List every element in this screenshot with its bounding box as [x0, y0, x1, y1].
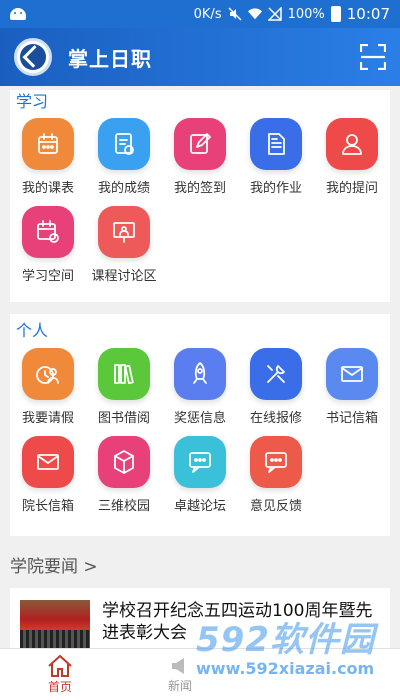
books-icon: [98, 348, 150, 400]
study-tile-label: 我的课表: [21, 181, 74, 196]
study-tile-label: 学习空间: [21, 269, 74, 284]
study-tile-label: 我的作业: [249, 181, 302, 196]
battery-percent: 100%: [287, 6, 325, 22]
cube-icon: [98, 436, 150, 488]
study-section: 学习 我的课表 我的成绩 我的签到 我的作业 我的提问学习空间 课程讨论区: [10, 90, 390, 302]
personal-tile-0[interactable]: 我要请假: [10, 348, 86, 426]
personal-tile-2[interactable]: 奖惩信息: [162, 348, 238, 426]
app-title: 掌上日职: [68, 46, 152, 71]
study-tile-label: 我的提问: [325, 181, 378, 196]
nav-home-label: 首页: [47, 680, 72, 694]
personal-tile-label: 书记信箱: [325, 411, 378, 426]
battery-icon: [330, 6, 341, 22]
document-icon: [250, 118, 302, 170]
user-icon: [326, 118, 378, 170]
study-tile-1[interactable]: 我的成绩: [86, 118, 162, 196]
study-grid: 我的课表 我的成绩 我的签到 我的作业 我的提问学习空间 课程讨论区: [10, 114, 390, 284]
personal-tile-label: 奖惩信息: [173, 411, 226, 426]
network-speed: 0K/s: [193, 6, 222, 22]
study-tile-2[interactable]: 我的签到: [162, 118, 238, 196]
status-bar: 0K/s 100% 10:07: [0, 0, 400, 28]
nav-news-label: 新闻: [167, 679, 192, 693]
tools-icon: [250, 348, 302, 400]
personal-tile-4[interactable]: 书记信箱: [314, 348, 390, 426]
bottom-navigation: 首页 新闻: [0, 648, 400, 700]
news-thumbnail: [20, 600, 90, 648]
study-tile-5[interactable]: 学习空间: [10, 206, 86, 284]
personal-tile-label: 卓越论坛: [173, 499, 226, 514]
clock: 10:07: [346, 5, 390, 23]
edit-icon: [174, 118, 226, 170]
feedback-icon: [250, 436, 302, 488]
mail-icon: [22, 436, 74, 488]
calendar-icon: [22, 118, 74, 170]
personal-tile-3[interactable]: 在线报修: [238, 348, 314, 426]
personal-tile-6[interactable]: 三维校园: [86, 436, 162, 514]
personal-tile-label: 三维校园: [97, 499, 150, 514]
study-section-title: 学习: [16, 92, 49, 111]
rocket-icon: [174, 348, 226, 400]
news-item[interactable]: 学校召开纪念五四运动100周年暨先进表彰大会: [10, 588, 390, 650]
wifi-icon: [247, 7, 262, 21]
personal-tile-5[interactable]: 院长信箱: [10, 436, 86, 514]
megaphone-icon: [172, 658, 184, 674]
calendar-clock-icon: [22, 206, 74, 258]
chat-icon: [174, 436, 226, 488]
personal-tile-label: 我要请假: [21, 411, 74, 426]
personal-tile-7[interactable]: 卓越论坛: [162, 436, 238, 514]
personal-tile-1[interactable]: 图书借阅: [86, 348, 162, 426]
study-tile-3[interactable]: 我的作业: [238, 118, 314, 196]
personal-section: 个人 我要请假 图书借阅 奖惩信息 在线报修 书记信箱院长信箱 三维校园 卓越论坛 意见反馈: [10, 314, 390, 536]
news-title: 学校召开纪念五四运动100周年暨先进表彰大会: [102, 601, 373, 643]
personal-tile-label: 图书借阅: [97, 411, 150, 426]
app-header: 掌上日职: [0, 28, 400, 86]
personal-grid: 我要请假 图书借阅 奖惩信息 在线报修 书记信箱院长信箱 三维校园 卓越论坛 意见反馈: [10, 344, 390, 514]
personal-tile-label: 在线报修: [249, 411, 302, 426]
no-signal-icon: [267, 7, 282, 21]
nav-home[interactable]: 首页: [0, 649, 120, 700]
school-logo-icon: [14, 38, 52, 76]
study-tile-label: 课程讨论区: [91, 269, 157, 284]
personal-tile-label: 意见反馈: [249, 499, 302, 514]
study-tile-0[interactable]: 我的课表: [10, 118, 86, 196]
android-icon: [10, 8, 26, 20]
study-tile-4[interactable]: 我的提问: [314, 118, 390, 196]
nav-news[interactable]: 新闻: [120, 649, 240, 700]
mail-icon: [326, 348, 378, 400]
personal-tile-label: 院长信箱: [21, 499, 74, 514]
scan-icon[interactable]: [359, 43, 387, 71]
study-tile-6[interactable]: 课程讨论区: [86, 206, 162, 284]
personal-tile-8[interactable]: 意见反馈: [238, 436, 314, 514]
personal-section-title: 个人: [16, 321, 49, 340]
news-section-header[interactable]: 学院要闻 >: [10, 552, 98, 577]
home-icon: [48, 654, 72, 677]
presentation-icon: [98, 206, 150, 258]
study-tile-label: 我的签到: [173, 181, 226, 196]
report-icon: [98, 118, 150, 170]
study-tile-label: 我的成绩: [97, 181, 150, 196]
mute-icon: [228, 7, 242, 21]
leave-icon: [22, 348, 74, 400]
